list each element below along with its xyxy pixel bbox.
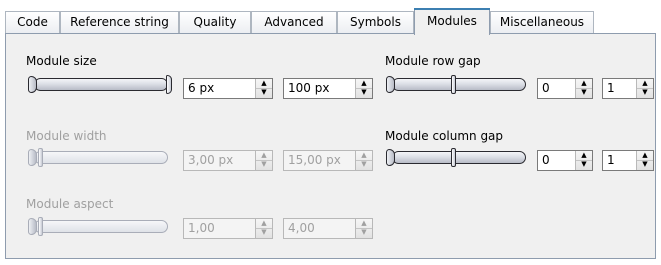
spinbox-value: 1	[607, 153, 615, 167]
module-row-gap-min-spinbox[interactable]: 0 ▲ ▼	[537, 78, 593, 99]
slider-max-handle[interactable]	[166, 75, 172, 94]
slider-min-handle[interactable]	[28, 149, 37, 166]
slider-track	[392, 78, 526, 91]
module-aspect-label: Module aspect	[26, 197, 114, 211]
slider-max-handle[interactable]	[451, 148, 456, 167]
slider-max-handle[interactable]	[451, 75, 456, 94]
modules-panel: Module size 6 px ▲ ▼ 100 px ▲ ▼ Module wid…	[5, 33, 656, 259]
slider-min-handle[interactable]	[28, 76, 37, 93]
module-size-range-slider[interactable]	[28, 74, 172, 94]
module-row-gap-max-spinbox[interactable]: 1 ▲ ▼	[602, 78, 654, 99]
module-column-gap-label: Module column gap	[385, 129, 504, 143]
spin-down-icon[interactable]: ▼	[637, 160, 653, 169]
spinbox-value: 1	[607, 81, 615, 95]
spinbox-value: 1,00	[188, 221, 215, 235]
module-width-label: Module width	[26, 129, 107, 143]
module-size-label: Module size	[26, 54, 97, 68]
slider-min-handle[interactable]	[28, 218, 37, 235]
tab-quality[interactable]: Quality	[179, 11, 251, 33]
module-width-min-spinbox[interactable]: 3,00 px ▲ ▼	[183, 150, 273, 171]
module-size-max-spinbox[interactable]: 100 px ▲ ▼	[283, 78, 373, 99]
module-size-min-spinbox[interactable]: 6 px ▲ ▼	[183, 78, 273, 99]
spinbox-value: 3,00 px	[188, 153, 234, 167]
module-column-gap-range-slider[interactable]	[386, 147, 530, 167]
tab-advanced[interactable]: Advanced	[251, 11, 337, 33]
tab-reference-string[interactable]: Reference string	[60, 11, 179, 33]
module-row-gap-label: Module row gap	[385, 54, 481, 68]
spinbox-value: 100 px	[288, 81, 330, 95]
spin-down-icon[interactable]: ▼	[576, 160, 592, 169]
spin-down-icon[interactable]: ▼	[637, 88, 653, 97]
slider-min-handle[interactable]	[386, 76, 395, 93]
module-column-gap-min-spinbox[interactable]: 0 ▲ ▼	[537, 150, 593, 171]
spin-down-icon[interactable]: ▼	[256, 228, 272, 237]
spinbox-value: 0	[542, 81, 550, 95]
module-aspect-range-slider[interactable]	[28, 216, 172, 236]
spin-down-icon[interactable]: ▼	[356, 228, 372, 237]
module-aspect-max-spinbox[interactable]: 4,00 ▲ ▼	[283, 218, 373, 239]
tab-symbols[interactable]: Symbols	[337, 11, 414, 33]
module-aspect-min-spinbox[interactable]: 1,00 ▲ ▼	[183, 218, 273, 239]
spin-down-icon[interactable]: ▼	[576, 88, 592, 97]
module-row-gap-range-slider[interactable]	[386, 74, 530, 94]
spinbox-value: 0	[542, 153, 550, 167]
tab-miscellaneous[interactable]: Miscellaneous	[490, 11, 594, 33]
slider-track	[392, 151, 526, 164]
slider-max-handle[interactable]	[38, 148, 43, 167]
spin-down-icon[interactable]: ▼	[256, 160, 272, 169]
tab-bar: Code Reference string Quality Advanced S…	[0, 0, 661, 35]
spin-down-icon[interactable]: ▼	[356, 88, 372, 97]
tab-modules[interactable]: Modules	[414, 8, 490, 35]
module-width-max-spinbox[interactable]: 15,00 px ▲ ▼	[283, 150, 373, 171]
spinbox-value: 6 px	[188, 81, 215, 95]
spinbox-value: 4,00	[288, 221, 315, 235]
slider-track	[34, 78, 168, 91]
slider-track	[34, 220, 168, 233]
tab-code[interactable]: Code	[5, 11, 60, 33]
module-column-gap-max-spinbox[interactable]: 1 ▲ ▼	[602, 150, 654, 171]
slider-max-handle[interactable]	[38, 217, 43, 236]
spin-down-icon[interactable]: ▼	[356, 160, 372, 169]
spin-down-icon[interactable]: ▼	[256, 88, 272, 97]
module-width-range-slider[interactable]	[28, 147, 172, 167]
spinbox-value: 15,00 px	[288, 153, 341, 167]
slider-min-handle[interactable]	[386, 149, 395, 166]
slider-track	[34, 151, 168, 164]
